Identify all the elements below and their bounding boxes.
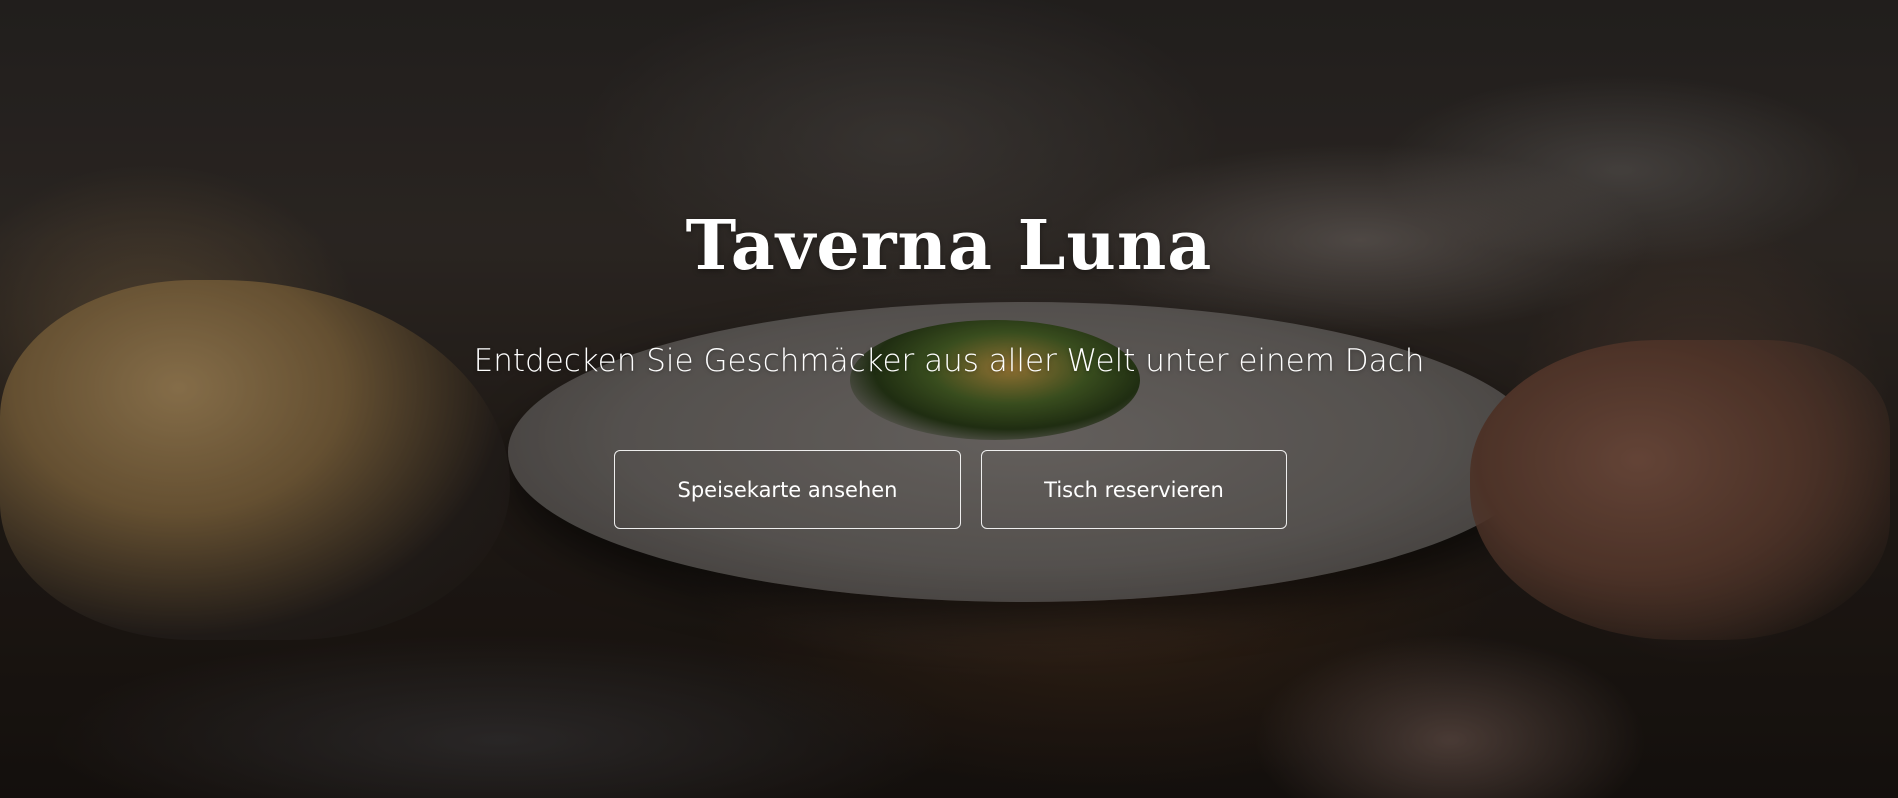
hero-section: Taverna Luna Entdecken Sie Geschmäcker a… <box>0 0 1898 798</box>
reserve-table-button[interactable]: Tisch reservieren <box>981 450 1287 529</box>
hero-tagline: Entdecken Sie Geschmäcker aus aller Welt… <box>473 343 1425 379</box>
view-menu-button[interactable]: Speisekarte ansehen <box>614 450 961 529</box>
hero-content: Taverna Luna Entdecken Sie Geschmäcker a… <box>0 0 1898 798</box>
restaurant-title: Taverna Luna <box>685 206 1213 286</box>
